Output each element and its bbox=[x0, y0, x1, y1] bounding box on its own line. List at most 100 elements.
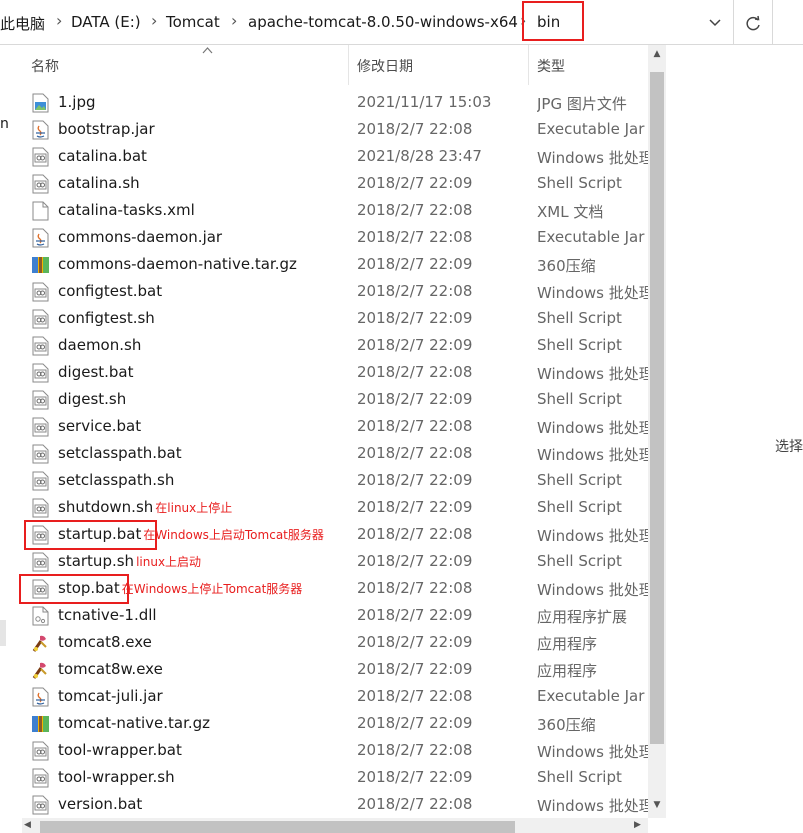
file-row[interactable]: catalina-tasks.xml 2018/2/7 22:08 XML 文档 bbox=[22, 198, 648, 225]
file-name-text[interactable]: service.bat bbox=[58, 417, 141, 435]
navigation-pane[interactable] bbox=[0, 45, 11, 833]
file-name-text[interactable]: bootstrap.jar bbox=[58, 120, 155, 138]
column-header: 名称 修改日期 类型 bbox=[22, 45, 648, 85]
breadcrumb-drive[interactable]: DATA (E:) bbox=[71, 13, 141, 31]
file-name[interactable]: service.bat bbox=[58, 417, 141, 435]
file-row[interactable]: shutdown.sh 在linux上停止 2018/2/7 22:09 Shell … bbox=[22, 495, 648, 522]
horizontal-scrollbar-thumb[interactable] bbox=[40, 821, 515, 833]
scroll-down-arrow-icon[interactable]: ▼ bbox=[648, 800, 666, 810]
scroll-up-arrow-icon[interactable]: ▲ bbox=[648, 49, 666, 59]
file-row[interactable]: catalina.bat 2021/8/28 23:47 Windows 批处理文件 bbox=[22, 144, 648, 171]
breadcrumb-chevron-icon[interactable]: › bbox=[231, 11, 237, 30]
file-row[interactable]: configtest.bat 2018/2/7 22:08 Windows 批处理文… bbox=[22, 279, 648, 306]
file-name-text[interactable]: tomcat8.exe bbox=[58, 633, 152, 651]
file-name-text[interactable]: daemon.sh bbox=[58, 336, 141, 354]
file-name[interactable]: commons-daemon-native.tar.gz bbox=[58, 255, 297, 273]
file-name-text[interactable]: configtest.sh bbox=[58, 309, 155, 327]
file-name-text[interactable]: tomcat-juli.jar bbox=[58, 687, 163, 705]
column-divider[interactable] bbox=[528, 45, 529, 85]
file-row[interactable]: daemon.sh 2018/2/7 22:09 Shell Script bbox=[22, 333, 648, 360]
breadcrumb-tomcat[interactable]: Tomcat bbox=[166, 13, 220, 31]
file-name[interactable]: digest.sh bbox=[58, 390, 126, 408]
file-name-text[interactable]: tool-wrapper.sh bbox=[58, 768, 175, 786]
file-name-text[interactable]: tomcat-native.tar.gz bbox=[58, 714, 210, 732]
file-name-text[interactable]: digest.sh bbox=[58, 390, 126, 408]
file-name[interactable]: 1.jpg bbox=[58, 93, 96, 111]
file-row[interactable]: tomcat-native.tar.gz 2018/2/7 22:09 360压缩 bbox=[22, 711, 648, 738]
address-bar[interactable]: 此电脑 › DATA (E:) › Tomcat › apache-tomcat… bbox=[0, 0, 733, 45]
file-row[interactable]: tomcat8.exe 2018/2/7 22:09 应用程序 bbox=[22, 630, 648, 657]
file-name[interactable]: tcnative-1.dll bbox=[58, 606, 157, 624]
file-name[interactable]: tomcat8.exe bbox=[58, 633, 152, 651]
breadcrumb-chevron-icon[interactable]: › bbox=[56, 11, 62, 30]
file-row[interactable]: tomcat8w.exe 2018/2/7 22:09 应用程序 bbox=[22, 657, 648, 684]
scroll-left-arrow-icon[interactable]: ◀ bbox=[24, 820, 31, 830]
file-row[interactable]: digest.sh 2018/2/7 22:09 Shell Script bbox=[22, 387, 648, 414]
annotation-text: 在Windows上启动Tomcat服务器 bbox=[143, 528, 324, 542]
file-row[interactable]: tool-wrapper.bat 2018/2/7 22:08 Windows 批处… bbox=[22, 738, 648, 765]
file-row[interactable]: tomcat-juli.jar 2018/2/7 22:08 Executable … bbox=[22, 684, 648, 711]
file-row[interactable]: service.bat 2018/2/7 22:08 Windows 批处理文件 bbox=[22, 414, 648, 441]
breadcrumb-chevron-icon[interactable]: › bbox=[151, 11, 157, 30]
refresh-icon[interactable] bbox=[733, 0, 772, 45]
file-name[interactable]: tomcat-native.tar.gz bbox=[58, 714, 210, 732]
column-divider[interactable] bbox=[348, 45, 349, 85]
file-row[interactable]: configtest.sh 2018/2/7 22:09 Shell Script bbox=[22, 306, 648, 333]
file-name[interactable]: shutdown.sh 在linux上停止 bbox=[58, 498, 232, 516]
file-row[interactable]: commons-daemon.jar 2018/2/7 22:08 Executab… bbox=[22, 225, 648, 252]
file-name[interactable]: version.bat bbox=[58, 795, 142, 813]
file-row[interactable]: startup.sh linux上启动 2018/2/7 22:09 Shell Sc… bbox=[22, 549, 648, 576]
file-name[interactable]: tomcat8w.exe bbox=[58, 660, 163, 678]
file-name[interactable]: catalina-tasks.xml bbox=[58, 201, 195, 219]
file-name-text[interactable]: catalina-tasks.xml bbox=[58, 201, 195, 219]
file-row[interactable]: commons-daemon-native.tar.gz 2018/2/7 22:… bbox=[22, 252, 648, 279]
search-input[interactable] bbox=[772, 0, 803, 45]
file-row[interactable]: catalina.sh 2018/2/7 22:09 Shell Script bbox=[22, 171, 648, 198]
file-row[interactable]: setclasspath.bat 2018/2/7 22:08 Windows 批处… bbox=[22, 441, 648, 468]
file-name-text[interactable]: tool-wrapper.bat bbox=[58, 741, 182, 759]
file-name-text[interactable]: digest.bat bbox=[58, 363, 134, 381]
file-row[interactable]: tool-wrapper.sh 2018/2/7 22:09 Shell Scrip… bbox=[22, 765, 648, 792]
vertical-scrollbar-thumb[interactable] bbox=[650, 72, 664, 744]
file-name-text[interactable]: commons-daemon.jar bbox=[58, 228, 222, 246]
file-name[interactable]: configtest.bat bbox=[58, 282, 162, 300]
column-header-type[interactable]: 类型 bbox=[537, 56, 565, 76]
file-name-text[interactable]: tomcat8w.exe bbox=[58, 660, 163, 678]
file-name[interactable]: setclasspath.bat bbox=[58, 444, 182, 462]
file-name-text[interactable]: catalina.bat bbox=[58, 147, 147, 165]
file-name[interactable]: bootstrap.jar bbox=[58, 120, 155, 138]
breadcrumb-this-pc[interactable]: 此电脑 bbox=[0, 13, 45, 34]
file-name-text[interactable]: tcnative-1.dll bbox=[58, 606, 157, 624]
chevron-down-icon[interactable] bbox=[700, 10, 730, 36]
file-name[interactable]: digest.bat bbox=[58, 363, 134, 381]
file-row[interactable]: version.bat 2018/2/7 22:08 Windows 批处理文件 bbox=[22, 792, 648, 819]
file-name-text[interactable]: catalina.sh bbox=[58, 174, 140, 192]
file-name-text[interactable]: shutdown.sh bbox=[58, 498, 153, 516]
file-name[interactable]: tool-wrapper.bat bbox=[58, 741, 182, 759]
file-name[interactable]: startup.sh linux上启动 bbox=[58, 552, 201, 570]
file-name-text[interactable]: commons-daemon-native.tar.gz bbox=[58, 255, 297, 273]
file-name[interactable]: tomcat-juli.jar bbox=[58, 687, 163, 705]
breadcrumb-apache-tomcat[interactable]: apache-tomcat-8.0.50-windows-x64 bbox=[248, 13, 518, 31]
file-name-text[interactable]: version.bat bbox=[58, 795, 142, 813]
file-name[interactable]: tool-wrapper.sh bbox=[58, 768, 175, 786]
file-name[interactable]: setclasspath.sh bbox=[58, 471, 174, 489]
file-name[interactable]: catalina.sh bbox=[58, 174, 140, 192]
file-name[interactable]: commons-daemon.jar bbox=[58, 228, 222, 246]
column-header-date[interactable]: 修改日期 bbox=[357, 56, 413, 76]
file-name-text[interactable]: setclasspath.sh bbox=[58, 471, 174, 489]
file-row[interactable]: digest.bat 2018/2/7 22:08 Windows 批处理文件 bbox=[22, 360, 648, 387]
file-row[interactable]: 1.jpg 2021/11/17 15:03 JPG 图片文件 bbox=[22, 90, 648, 117]
file-name-text[interactable]: 1.jpg bbox=[58, 93, 96, 111]
file-name[interactable]: daemon.sh bbox=[58, 336, 141, 354]
file-name-text[interactable]: startup.sh bbox=[58, 552, 134, 570]
column-header-name[interactable]: 名称 bbox=[31, 56, 59, 76]
file-name[interactable]: configtest.sh bbox=[58, 309, 155, 327]
file-row[interactable]: setclasspath.sh 2018/2/7 22:09 Shell Scrip… bbox=[22, 468, 648, 495]
file-row[interactable]: bootstrap.jar 2018/2/7 22:08 Executable Ja… bbox=[22, 117, 648, 144]
scroll-right-arrow-icon[interactable]: ▶ bbox=[634, 820, 641, 830]
file-name-text[interactable]: setclasspath.bat bbox=[58, 444, 182, 462]
file-row[interactable]: tcnative-1.dll 2018/2/7 22:09 应用程序扩展 bbox=[22, 603, 648, 630]
file-name-text[interactable]: configtest.bat bbox=[58, 282, 162, 300]
file-name[interactable]: catalina.bat bbox=[58, 147, 147, 165]
